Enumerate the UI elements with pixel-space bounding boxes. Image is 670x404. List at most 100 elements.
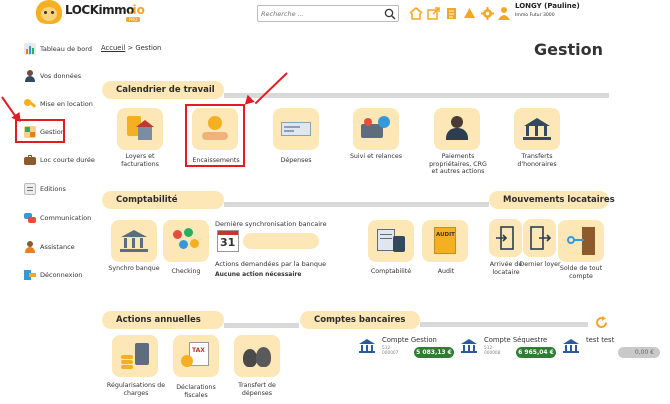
account-name[interactable]: Compte Séquestre: [484, 336, 547, 344]
tile-label-transferts: Transferts d'honoraires: [517, 153, 557, 168]
sidebar-item-label: Assistance: [40, 243, 75, 251]
section-header-mouvements: Mouvements locataires: [489, 191, 615, 209]
sync-date-field: [243, 233, 319, 249]
logo-suffix: .io: [128, 3, 145, 17]
tile-label-declarations: Déclarations fiscales: [176, 384, 216, 399]
breadcrumb-current: Gestion: [135, 44, 162, 52]
audit-book-text: AUDIT: [436, 232, 455, 238]
user-icon[interactable]: [498, 6, 510, 20]
actions-label: Actions demandées par la banque: [215, 260, 327, 268]
breadcrumb-separator: >: [127, 44, 134, 52]
ledger-calculator-icon: [376, 226, 406, 256]
logout-icon: [24, 269, 36, 281]
sidebar-item-deconnexion[interactable]: Déconnexion: [24, 268, 82, 282]
dashboard-icon: [24, 43, 36, 55]
person-icon: [24, 70, 36, 82]
tile-loyers[interactable]: [117, 108, 163, 150]
cheque-icon: [281, 114, 311, 144]
editions-icon: [24, 183, 36, 195]
assistance-icon: [24, 241, 36, 253]
tile-regularisations[interactable]: [112, 335, 158, 377]
document-icon[interactable]: [446, 7, 457, 20]
bank-icon: [359, 339, 375, 353]
bank-icon: [461, 339, 477, 353]
bank-sync-icon: [119, 226, 149, 256]
tile-transferts-honoraires[interactable]: [514, 108, 560, 150]
money-bags-icon: [242, 341, 272, 371]
refresh-icon[interactable]: [595, 316, 608, 329]
tile-label-audit: Audit: [437, 268, 455, 275]
section-header-calendrier: Calendrier de travail: [102, 81, 224, 99]
account-name[interactable]: test test: [586, 336, 614, 344]
sidebar-item-tableau-de-bord[interactable]: Tableau de bord: [24, 42, 92, 56]
account-name[interactable]: Compte Gestion: [382, 336, 437, 344]
sidebar-item-label: Editions: [40, 185, 66, 193]
section-track-actions-annuelles: [224, 323, 299, 328]
annotation-arrow-encaissements: [254, 72, 288, 105]
monitoring-gear-icon: [361, 114, 391, 144]
account-number-suffix: 000007: [382, 351, 399, 356]
tile-transfert-depenses[interactable]: [234, 335, 280, 377]
tile-depenses[interactable]: [273, 108, 319, 150]
tile-label-solde: Solde de tout compte: [559, 265, 603, 280]
external-link-icon[interactable]: [427, 7, 440, 20]
account-balance-badge: 0,00 €: [618, 347, 660, 358]
calendar-icon: 31: [217, 230, 239, 252]
tile-checking[interactable]: [163, 220, 209, 262]
actions-value: Aucune action nécessaire: [215, 271, 302, 278]
tile-paiements[interactable]: [434, 108, 480, 150]
door-enter-icon: [495, 226, 514, 250]
account-number-suffix: 000008: [484, 351, 501, 356]
coins-calculator-icon: [120, 341, 150, 371]
tile-solde-compte[interactable]: [558, 220, 604, 262]
search-box[interactable]: [257, 5, 399, 22]
sidebar-item-loc-courte-duree[interactable]: Loc courte durée: [24, 153, 95, 167]
breadcrumb-home-link[interactable]: Accueil: [101, 44, 125, 52]
sidebar-item-label: Déconnexion: [40, 271, 83, 279]
sidebar-item-vos-donnees[interactable]: Vos données: [24, 69, 81, 83]
tile-label-paiements: Paiements propriétaires, CRG et autres a…: [429, 153, 487, 176]
user-name[interactable]: LONGY (Pauline): [515, 2, 580, 10]
logo-text: LOCKimmo: [65, 3, 134, 17]
bank-transfer-icon: [522, 114, 552, 144]
sidebar-item-label: Mise en location: [40, 100, 93, 108]
tile-label-transfert-depenses: Transfert de dépenses: [238, 382, 276, 397]
tile-label-depenses: Dépenses: [280, 157, 312, 164]
tile-arrivee-locataire[interactable]: [489, 219, 522, 257]
sidebar-item-communication[interactable]: Communication: [24, 211, 91, 225]
search-icon[interactable]: [384, 8, 396, 20]
door-exit-icon: [529, 226, 551, 250]
sidebar-item-editions[interactable]: Editions: [24, 182, 66, 196]
tile-audit[interactable]: AUDIT: [422, 220, 468, 262]
tile-label-regularisations: Régularisations de charges: [106, 382, 166, 397]
tile-synchro-banque[interactable]: [111, 220, 157, 262]
section-track-calendrier: [224, 93, 609, 98]
key-icon: [24, 98, 37, 110]
sync-label: Dernière synchronisation bancaire: [215, 220, 327, 228]
home-icon[interactable]: [409, 7, 423, 20]
account-balance-badge: 5 083,13 €: [414, 347, 454, 358]
tax-icon-text: TAX: [192, 347, 205, 354]
account-number: 512- 000008: [484, 346, 500, 356]
bell-icon[interactable]: [463, 7, 476, 20]
tile-comptabilite[interactable]: [368, 220, 414, 262]
tile-declarations-fiscales[interactable]: TAX: [173, 335, 219, 377]
sidebar-item-mise-en-location[interactable]: Mise en location: [24, 97, 93, 111]
tile-label-comptabilite: Comptabilité: [370, 268, 412, 275]
checking-coins-icon: [171, 226, 201, 256]
sidebar-item-label: Tableau de bord: [40, 45, 92, 53]
tile-label-suivi-relances: Suivi et relances: [349, 153, 403, 160]
gear-icon[interactable]: [481, 7, 494, 20]
account-balance-badge: 6 965,04 €: [516, 347, 556, 358]
tile-suivi-relances[interactable]: [353, 108, 399, 150]
tax-icon: TAX: [181, 341, 211, 371]
key-door-icon: [566, 226, 596, 256]
logo[interactable]: LOCKimmo .io PRO: [36, 0, 146, 26]
tile-dernier-loyer[interactable]: [523, 219, 556, 257]
account-number: 512- 000007: [382, 346, 398, 356]
section-header-actions-annuelles: Actions annuelles: [102, 311, 224, 329]
search-input[interactable]: [261, 8, 379, 19]
tile-label-checking: Checking: [171, 268, 201, 275]
sidebar-item-assistance[interactable]: Assistance: [24, 240, 75, 254]
sidebar-item-label: Communication: [40, 214, 92, 222]
